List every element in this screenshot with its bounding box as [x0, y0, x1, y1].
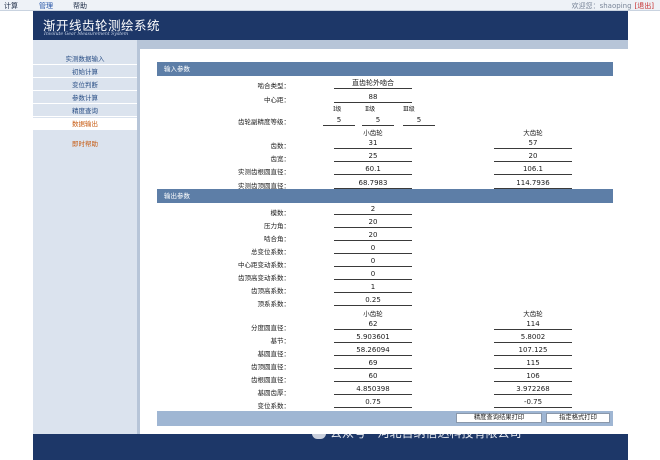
sidebar-item-shift-judge[interactable]: 变位判断 — [33, 79, 137, 91]
output-small-value: 60 — [334, 371, 412, 382]
output-large-value: 114 — [494, 319, 572, 330]
input-small-gear-header: 小齿轮 — [363, 129, 383, 137]
print-custom-format-button[interactable]: 指定格式打印 — [546, 413, 610, 423]
welcome-area: 欢迎您：shaoping [退出] — [572, 1, 654, 11]
output-small-value: 62 — [334, 319, 412, 330]
precision-grade-1-field[interactable]: 5 — [323, 115, 355, 126]
output-small-value: 58.26094 — [334, 345, 412, 356]
output-large-value: 115 — [494, 358, 572, 369]
input-large-value[interactable]: 106.1 — [494, 164, 572, 175]
menu-help[interactable]: 帮助 — [73, 1, 87, 11]
output-value: 2 — [334, 204, 412, 215]
output-pair-label: 齿根圆直径： — [251, 376, 290, 384]
grade-3-header: Ⅲ级 — [403, 106, 415, 113]
menu-manage[interactable]: 管理 — [39, 1, 53, 11]
app-subtitle: Involute Gear Measurement System — [44, 32, 129, 37]
output-small-value: 69 — [334, 358, 412, 369]
output-row-label: 中心距变动系数： — [238, 261, 290, 269]
output-pair-label: 基圆直径： — [257, 350, 291, 358]
output-row-label: 模数： — [270, 209, 291, 217]
center-distance-field[interactable]: 88 — [334, 92, 412, 103]
output-row-label: 顶系系数： — [257, 300, 291, 308]
output-section-header: 输出参数 — [157, 189, 613, 203]
output-row-label: 压力角： — [264, 222, 290, 230]
input-large-value[interactable]: 57 — [494, 138, 572, 149]
sidebar-item-initial-calc[interactable]: 初始计算 — [33, 66, 137, 78]
output-large-gear-header: 大齿轮 — [523, 310, 543, 318]
grade-2-header: Ⅱ级 — [365, 106, 376, 113]
watermark-text: 公众号 · 河北百纳信达科技有限公司 — [330, 426, 522, 440]
welcome-text: 欢迎您：shaoping — [571, 2, 632, 10]
app-banner: 渐开线齿轮测绘系统 Involute Gear Measurement Syst… — [33, 11, 628, 40]
output-pair-label: 分度圆直径： — [251, 324, 290, 332]
print-precision-button[interactable]: 精度查询结果打印 — [456, 413, 542, 423]
output-pair-label: 变位系数： — [257, 402, 291, 410]
output-pair-label: 基节： — [270, 337, 291, 345]
output-value: 1 — [334, 282, 412, 293]
input-small-value[interactable]: 31 — [334, 138, 412, 149]
output-large-value: 106 — [494, 371, 572, 382]
precision-grade-2-field[interactable]: 5 — [362, 115, 394, 126]
input-section-header: 输入参数 — [157, 62, 613, 76]
input-row-label: 实测齿根圆直径： — [238, 168, 290, 176]
input-small-value[interactable]: 60.1 — [334, 164, 412, 175]
menu-calculate[interactable]: 计算 — [4, 1, 18, 11]
output-large-value: 107.125 — [494, 345, 572, 356]
input-row-label: 齿数： — [270, 142, 291, 150]
input-large-gear-header: 大齿轮 — [523, 129, 543, 137]
output-value: 0.25 — [334, 295, 412, 306]
output-small-value: 0.75 — [334, 397, 412, 408]
input-large-value[interactable]: 114.7936 — [494, 178, 572, 189]
input-small-value[interactable]: 68.7983 — [334, 178, 412, 189]
sidebar-item-data-output[interactable]: 数据输出 — [33, 118, 137, 130]
output-row-label: 齿顶高系数： — [251, 287, 290, 295]
output-value: 0 — [334, 243, 412, 254]
output-large-value: 3.972268 — [494, 384, 572, 395]
watermark: 公众号 · 河北百纳信达科技有限公司 — [312, 424, 521, 441]
sidebar-item-precision-query[interactable]: 精度查询 — [33, 105, 137, 117]
output-row-label: 齿顶高变动系数： — [238, 274, 290, 282]
wechat-icon — [312, 428, 326, 439]
sidebar-item-param-calc[interactable]: 参数计算 — [33, 92, 137, 104]
output-large-value: -0.75 — [494, 397, 572, 408]
output-value: 20 — [334, 230, 412, 241]
output-large-value: 5.8002 — [494, 332, 572, 343]
output-small-value: 5.903601 — [334, 332, 412, 343]
output-small-gear-header: 小齿轮 — [363, 310, 383, 318]
output-row-label: 总变位系数： — [251, 248, 290, 256]
input-row-label: 齿宽： — [270, 155, 291, 163]
mesh-type-label: 啮合类型： — [257, 82, 291, 90]
sidebar: 实测数据输入 初始计算 变位判断 参数计算 精度查询 数据输出 即时帮助 — [33, 40, 137, 434]
precision-grade-3-field[interactable]: 5 — [403, 115, 435, 126]
precision-grade-label: 齿轮副精度等级： — [238, 118, 290, 126]
grade-1-header: Ⅰ级 — [333, 106, 342, 113]
input-large-value[interactable]: 20 — [494, 151, 572, 162]
input-small-value[interactable]: 25 — [334, 151, 412, 162]
output-small-value: 4.850398 — [334, 384, 412, 395]
output-value: 20 — [334, 217, 412, 228]
sidebar-item-measured-input[interactable]: 实测数据输入 — [33, 53, 137, 65]
output-row-label: 啮合角： — [264, 235, 290, 243]
output-value: 0 — [334, 256, 412, 267]
logout-link[interactable]: [退出] — [635, 2, 654, 10]
output-pair-label: 齿顶圆直径： — [251, 363, 290, 371]
output-pair-label: 基圆齿厚： — [257, 389, 291, 397]
output-value: 0 — [334, 269, 412, 280]
center-distance-label: 中心距： — [264, 96, 290, 104]
sidebar-help-link[interactable]: 即时帮助 — [33, 138, 137, 148]
mesh-type-field[interactable]: 直齿轮外啮合 — [334, 78, 412, 89]
top-menu-bar: 计算 管理 帮助 欢迎您：shaoping [退出] — [0, 0, 660, 11]
